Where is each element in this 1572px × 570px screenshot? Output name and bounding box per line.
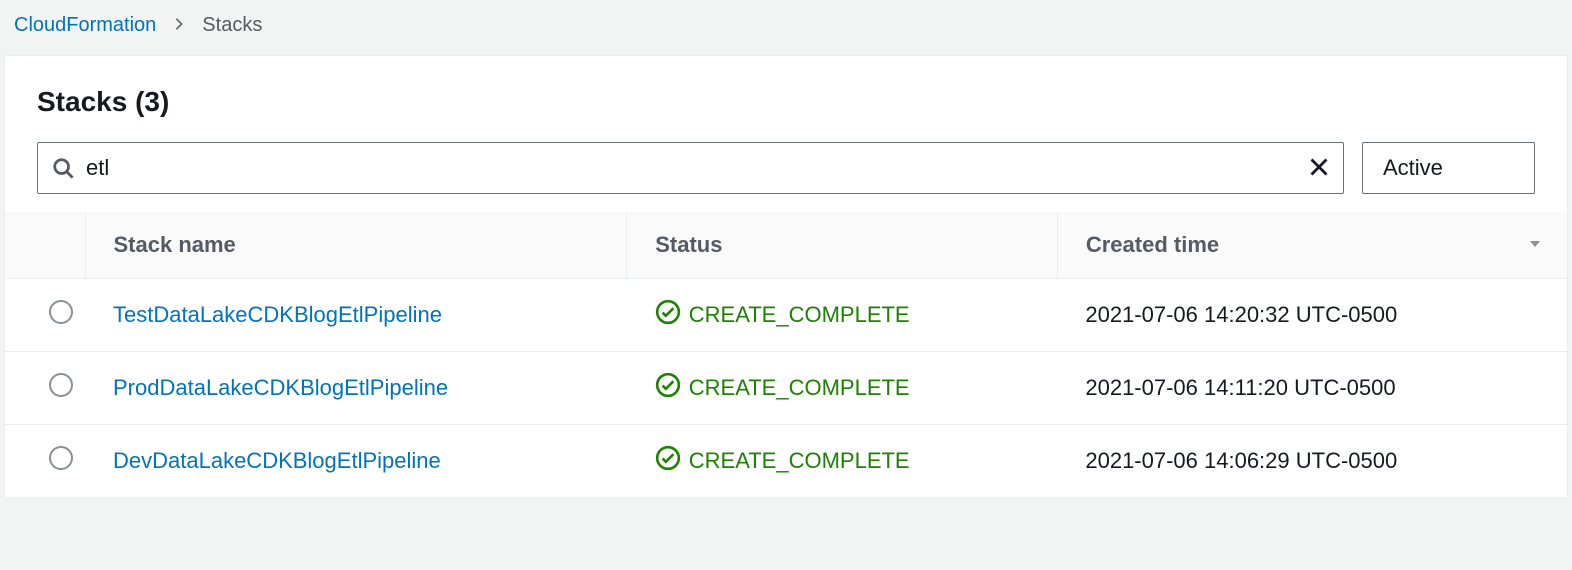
status-text: CREATE_COMPLETE	[689, 375, 910, 401]
created-time-cell: 2021-07-06 14:20:32 UTC-0500	[1057, 279, 1567, 352]
panel-header: Stacks (3)	[5, 56, 1567, 142]
success-check-icon	[655, 445, 681, 477]
status-text: CREATE_COMPLETE	[689, 448, 910, 474]
col-created-time[interactable]: Created time	[1057, 212, 1567, 279]
status-badge: CREATE_COMPLETE	[655, 445, 1030, 477]
col-select	[5, 212, 85, 279]
clear-search-button[interactable]	[1295, 143, 1343, 193]
stack-name-link[interactable]: TestDataLakeCDKBlogEtlPipeline	[113, 302, 442, 327]
success-check-icon	[655, 299, 681, 331]
page-title-count: (3)	[135, 86, 169, 117]
status-badge: CREATE_COMPLETE	[655, 372, 1030, 404]
breadcrumb-current: Stacks	[202, 14, 262, 37]
search-icon	[52, 157, 74, 179]
status-filter-select[interactable]: Active	[1362, 142, 1535, 194]
page-title: Stacks (3)	[37, 86, 1535, 118]
table-row: ProdDataLakeCDKBlogEtlPipeline CREATE_CO…	[5, 352, 1567, 425]
stacks-panel: Stacks (3) Active	[4, 55, 1568, 497]
created-time-cell: 2021-07-06 14:06:29 UTC-0500	[1057, 425, 1567, 498]
status-badge: CREATE_COMPLETE	[655, 299, 1030, 331]
search-wrapper	[37, 142, 1344, 194]
chevron-right-icon	[172, 14, 186, 37]
filter-row: Active	[5, 142, 1567, 212]
breadcrumb: CloudFormation Stacks	[0, 0, 1572, 51]
page-title-text: Stacks	[37, 86, 127, 117]
status-text: CREATE_COMPLETE	[689, 302, 910, 328]
table-row: TestDataLakeCDKBlogEtlPipeline CREATE_CO…	[5, 279, 1567, 352]
row-select-radio[interactable]	[49, 373, 73, 397]
breadcrumb-service-link[interactable]: CloudFormation	[14, 14, 156, 37]
stack-name-link[interactable]: DevDataLakeCDKBlogEtlPipeline	[113, 448, 441, 473]
stacks-tbody: TestDataLakeCDKBlogEtlPipeline CREATE_CO…	[5, 279, 1567, 498]
sort-desc-icon	[1527, 232, 1543, 258]
col-status[interactable]: Status	[627, 212, 1058, 279]
search-input[interactable]	[86, 143, 1295, 193]
close-icon	[1309, 157, 1329, 180]
stacks-table: Stack name Status Created time TestDataL…	[5, 212, 1567, 497]
col-created-time-label: Created time	[1086, 232, 1219, 257]
table-row: DevDataLakeCDKBlogEtlPipeline CREATE_COM…	[5, 425, 1567, 498]
col-stack-name[interactable]: Stack name	[85, 212, 627, 279]
created-time-cell: 2021-07-06 14:11:20 UTC-0500	[1057, 352, 1567, 425]
row-select-radio[interactable]	[49, 300, 73, 324]
success-check-icon	[655, 372, 681, 404]
stack-name-link[interactable]: ProdDataLakeCDKBlogEtlPipeline	[113, 375, 448, 400]
status-filter-value: Active	[1383, 155, 1443, 181]
row-select-radio[interactable]	[49, 446, 73, 470]
